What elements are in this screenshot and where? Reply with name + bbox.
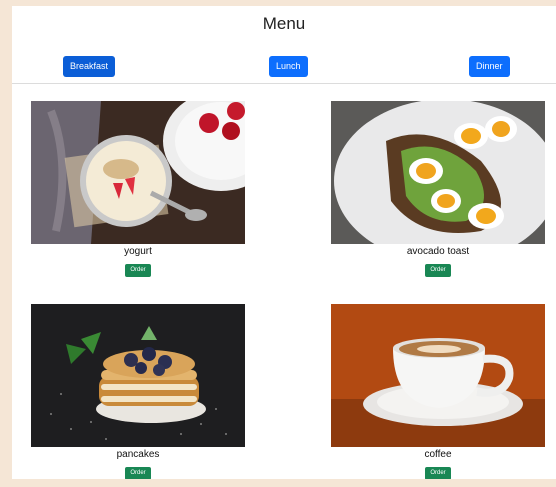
order-button[interactable]: Order bbox=[125, 264, 151, 277]
coffee-photo bbox=[331, 304, 545, 447]
item-name: pancakes bbox=[116, 449, 160, 460]
breakfast-tab-button[interactable]: Breakfast bbox=[63, 56, 116, 77]
order-button[interactable]: Order bbox=[125, 467, 151, 479]
pancakes-photo bbox=[31, 304, 245, 447]
menu-item-card: coffee Order bbox=[331, 304, 545, 479]
item-name: coffee bbox=[424, 449, 452, 460]
menu-item-card: pancakes Order bbox=[31, 304, 245, 479]
page-title: Menu bbox=[262, 14, 306, 33]
menu-panel: Menu Breakfast Lunch Dinner yogurt Order bbox=[12, 6, 556, 479]
menu-item-card: yogurt Order bbox=[31, 101, 245, 277]
header-divider bbox=[12, 83, 556, 84]
avocado-toast-photo bbox=[331, 101, 545, 244]
order-button[interactable]: Order bbox=[425, 467, 451, 479]
lunch-tab-button[interactable]: Lunch bbox=[269, 56, 308, 77]
dinner-tab-button[interactable]: Dinner bbox=[469, 56, 510, 77]
menu-item-card: avocado toast Order bbox=[331, 101, 545, 277]
item-name: yogurt bbox=[124, 246, 152, 257]
item-name: avocado toast bbox=[406, 246, 470, 257]
yogurt-photo bbox=[31, 101, 245, 244]
order-button[interactable]: Order bbox=[425, 264, 451, 277]
